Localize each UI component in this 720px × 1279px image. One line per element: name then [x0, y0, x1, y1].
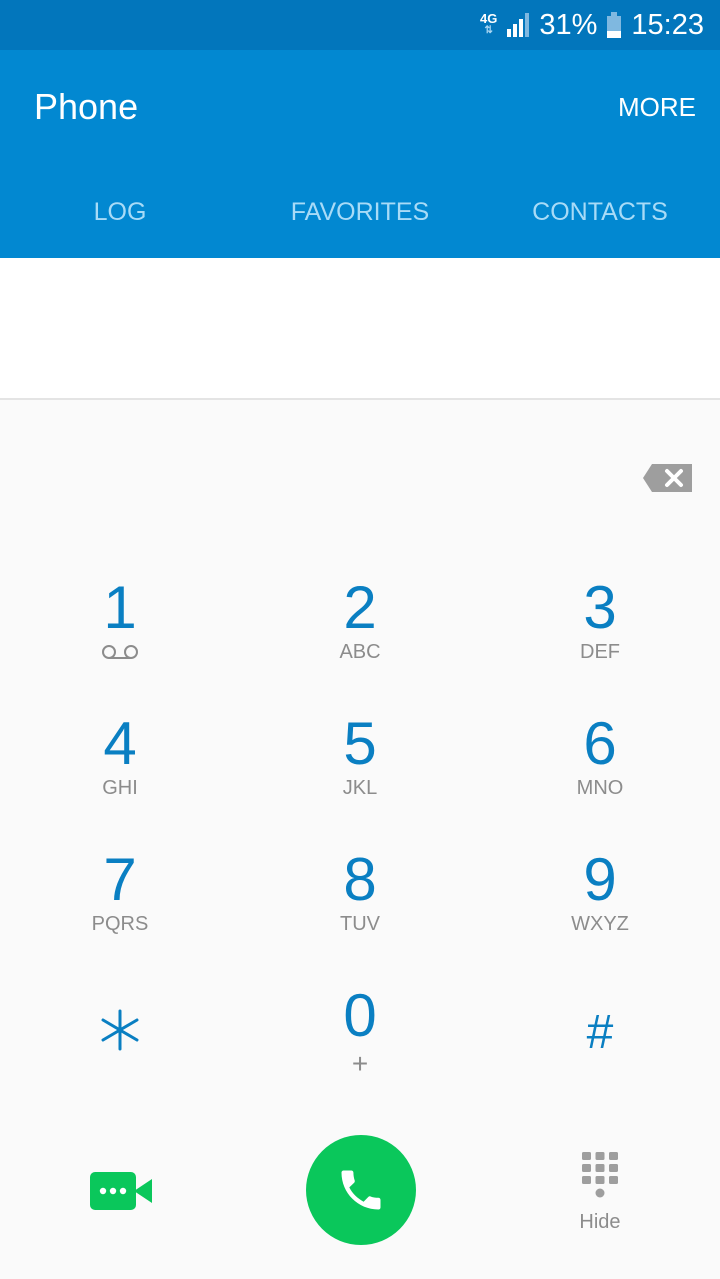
phone-icon	[341, 1170, 381, 1210]
key-8[interactable]: 8 TUV	[240, 848, 480, 984]
key-7[interactable]: 7 PQRS	[0, 848, 240, 984]
key-3[interactable]: 3 DEF	[480, 576, 720, 712]
video-call-icon	[90, 1172, 152, 1210]
key-digit: 9	[583, 846, 617, 913]
network-indicator: 4G ⇅	[480, 11, 498, 37]
key-letters: JKL	[342, 777, 378, 799]
key-0[interactable]: 0 +	[240, 984, 480, 1120]
signal-icon	[507, 13, 530, 37]
status-bar: 4G ⇅ 31% 15:23	[0, 0, 720, 50]
video-call-button[interactable]	[90, 1172, 152, 1215]
key-digit: 6	[583, 710, 617, 777]
key-2[interactable]: 2 ABC	[240, 576, 480, 712]
key-digit: #	[586, 1006, 614, 1059]
key-hash[interactable]: #	[480, 1005, 720, 1141]
key-digit: 8	[343, 846, 377, 913]
key-9[interactable]: 9 WXYZ	[480, 848, 720, 984]
key-letters: ABC	[339, 641, 381, 663]
call-button[interactable]	[306, 1135, 416, 1245]
key-digit: 2	[343, 574, 377, 641]
asterisk-icon	[101, 1009, 139, 1051]
battery-percent: 31%	[539, 8, 598, 41]
hide-label: Hide	[579, 1211, 621, 1233]
key-digit: 1	[103, 574, 137, 641]
key-5[interactable]: 5 JKL	[240, 712, 480, 848]
battery-icon	[607, 12, 622, 38]
key-digit: 4	[103, 710, 137, 777]
key-letters: PQRS	[91, 913, 149, 935]
dialpad-icon	[582, 1152, 618, 1198]
key-4[interactable]: 4 GHI	[0, 712, 240, 848]
key-letters: DEF	[580, 641, 620, 663]
backspace-button[interactable]	[642, 463, 694, 493]
backspace-icon	[643, 464, 692, 492]
hide-keypad-button[interactable]: Hide	[560, 1150, 640, 1245]
key-digit: 0	[343, 982, 377, 1049]
tab-log[interactable]: LOG	[0, 170, 240, 258]
key-digit: 3	[583, 574, 617, 641]
more-button[interactable]: MORE	[618, 92, 696, 123]
key-star[interactable]: *	[0, 1005, 240, 1141]
voicemail-icon	[102, 645, 138, 659]
key-digit: 5	[343, 710, 377, 777]
data-arrows-icon: ⇅	[484, 25, 493, 36]
tab-bar: LOG FAVORITES CONTACTS	[0, 170, 720, 258]
key-letters: WXYZ	[571, 913, 629, 935]
page-title: Phone	[34, 86, 139, 127]
key-letters: TUV	[340, 913, 380, 935]
key-6[interactable]: 6 MNO	[480, 712, 720, 848]
clock: 15:23	[631, 8, 704, 41]
key-digit: 7	[103, 846, 137, 913]
tab-favorites[interactable]: FAVORITES	[240, 170, 480, 258]
network-type: 4G	[480, 11, 498, 26]
key-letters: MNO	[576, 777, 624, 799]
key-letters: GHI	[102, 777, 138, 799]
key-1[interactable]: 1	[0, 576, 240, 712]
number-display[interactable]	[0, 258, 720, 400]
key-letters: +	[351, 1048, 369, 1079]
tab-contacts[interactable]: CONTACTS	[480, 170, 720, 258]
